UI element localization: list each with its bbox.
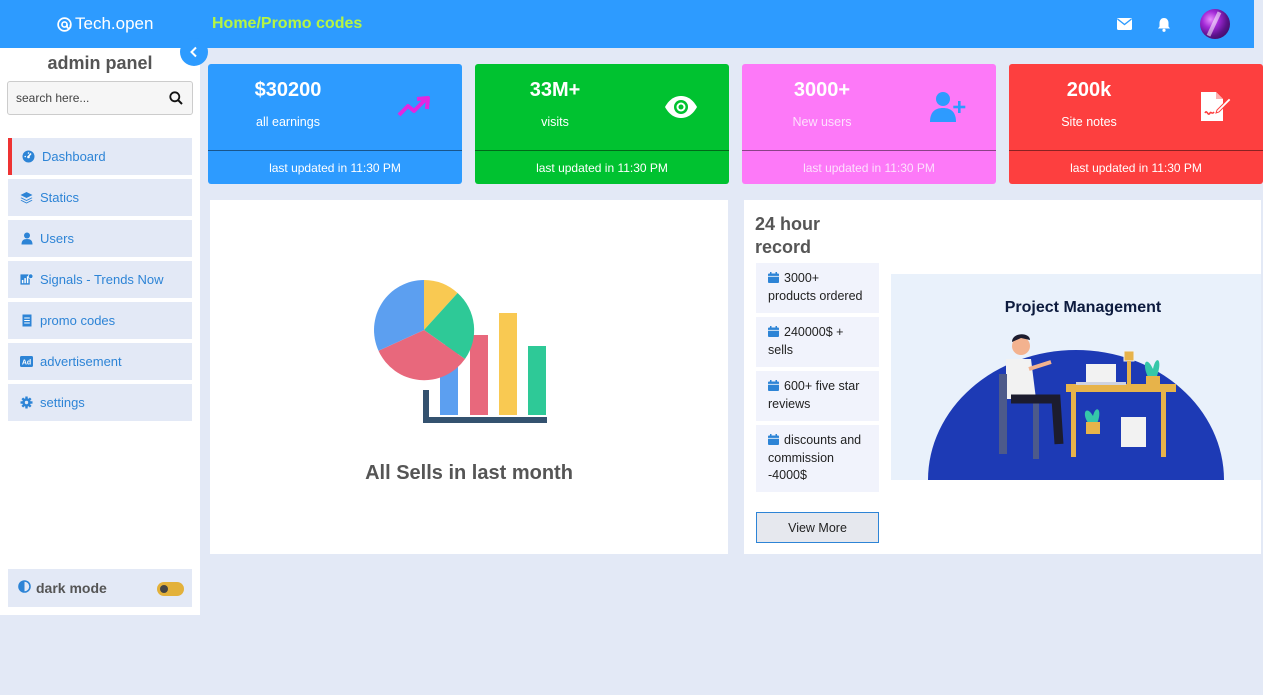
breadcrumb: Home/Promo codes [212,15,363,32]
half-circle-icon [18,580,31,596]
sidebar: admin panel Dashboard Statics Users [0,48,200,615]
search-box [7,81,193,115]
list-item: 600+ five star reviews [756,371,879,421]
logo-icon [57,16,72,32]
logo-text: Tech.open [75,14,154,33]
app-logo[interactable]: Tech.open [56,14,153,34]
chevron-left-icon [190,46,197,58]
dark-mode-row: dark mode [8,569,192,607]
project-management-illustration: Project Management [891,274,1261,480]
record-item-text: 600+ five star reviews [768,379,860,411]
calendar-icon [768,325,779,342]
note-edit-icon [1195,89,1235,125]
stat-card-new-users[interactable]: 3000+ New users last updated in 11:30 PM [742,64,996,184]
record-title: 24 hour record [755,214,821,257]
svg-text:Ad: Ad [22,359,31,366]
dark-mode-toggle[interactable] [157,582,184,596]
sidebar-menu: Dashboard Statics Users Signals - Trends… [8,138,192,425]
chart-illustration [370,275,550,425]
sidebar-item-users[interactable]: Users [8,220,192,257]
stat-card-visits[interactable]: 33M+ visits last updated in 11:30 PM [475,64,729,184]
stat-label: all earnings [256,115,320,129]
dashboard-icon [22,150,35,163]
sidebar-item-dashboard[interactable]: Dashboard [8,138,192,175]
sidebar-item-statics[interactable]: Statics [8,179,192,216]
list-item: 240000$ + sells [756,317,879,367]
sidebar-item-label: advertisement [40,354,122,369]
layers-icon [20,191,33,204]
search-input[interactable] [8,82,163,114]
trending-up-icon [394,89,434,125]
sidebar-item-label: Signals - Trends Now [40,272,164,287]
list-item: discounts and commission -4000$ [756,425,879,492]
avatar[interactable] [1200,9,1230,39]
stat-value: $30200 [254,79,322,101]
sidebar-item-label: Dashboard [42,149,106,164]
stat-value: 33M+ [529,79,581,101]
sidebar-item-settings[interactable]: settings [8,384,192,421]
record-item-text: 3000+ products ordered [768,271,863,303]
eye-icon [661,89,701,125]
stat-card-site-notes[interactable]: 200k Site notes last updated in 11:30 PM [1009,64,1263,184]
search-icon[interactable] [169,91,183,110]
record-list: 3000+ products ordered 240000$ + sells 6… [756,263,879,496]
sells-title: All Sells in last month [365,462,573,484]
calendar-icon [768,433,779,450]
dark-mode-label: dark mode [36,580,107,596]
stat-label: Site notes [1061,115,1117,129]
view-more-button[interactable]: View More [756,512,879,543]
stat-label: visits [541,115,569,129]
sidebar-item-promo-codes[interactable]: promo codes [8,302,192,339]
sidebar-item-label: settings [40,395,85,410]
document-icon [20,314,33,327]
mail-icon[interactable] [1104,8,1144,40]
stat-footer: last updated in 11:30 PM [475,150,729,184]
illustration-title: Project Management [1005,299,1162,316]
stat-value: 200k [1066,79,1112,101]
record-item-text: discounts and commission -4000$ [768,433,862,482]
sidebar-item-label: Users [40,231,74,246]
sidebar-collapse-button[interactable] [180,38,208,66]
stat-footer: last updated in 11:30 PM [1009,150,1263,184]
stat-card-earnings[interactable]: $30200 all earnings last updated in 11:3… [208,64,462,184]
user-plus-icon [928,89,968,125]
sells-panel: All Sells in last month [210,200,728,554]
sidebar-item-advertisement[interactable]: Ad advertisement [8,343,192,380]
gear-icon [20,396,33,409]
sidebar-item-signals[interactable]: Signals - Trends Now [8,261,192,298]
sidebar-title: admin panel [47,53,153,73]
signals-icon [20,273,33,286]
ad-icon: Ad [20,355,33,368]
stat-footer: last updated in 11:30 PM [208,150,462,184]
user-icon [20,232,33,245]
record-panel: 24 hour record 3000+ products ordered 24… [744,200,1261,554]
calendar-icon [768,379,779,396]
calendar-icon [768,271,779,288]
stat-value: 3000+ [793,79,851,101]
bell-icon[interactable] [1144,8,1184,40]
sidebar-item-label: promo codes [40,313,116,328]
sidebar-item-label: Statics [40,190,80,205]
stat-footer: last updated in 11:30 PM [742,150,996,184]
list-item: 3000+ products ordered [756,263,879,313]
record-item-text: 240000$ + sells [768,325,844,357]
stat-label: New users [792,115,852,129]
